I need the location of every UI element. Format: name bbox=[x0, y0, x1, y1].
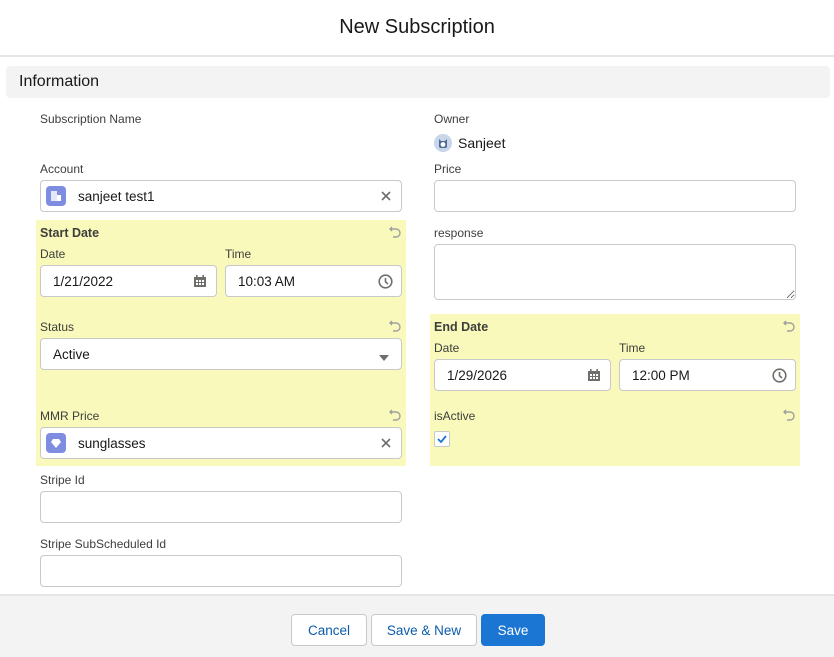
stripe-subscheduled-id-label: Stripe SubScheduled Id bbox=[40, 537, 167, 551]
clock-icon[interactable] bbox=[378, 274, 393, 289]
calendar-icon[interactable] bbox=[193, 274, 208, 289]
clock-icon[interactable] bbox=[772, 368, 787, 383]
start-date-label: Start Date bbox=[40, 226, 100, 240]
undo-icon[interactable] bbox=[782, 318, 796, 332]
modal-footer: Cancel Save & New Save bbox=[0, 594, 834, 657]
modal-header: New Subscription bbox=[0, 0, 834, 57]
save-button[interactable]: Save bbox=[481, 614, 545, 646]
end-date-input[interactable]: 1/29/2026 bbox=[434, 359, 611, 391]
start-date-input[interactable]: 1/21/2022 bbox=[40, 265, 217, 297]
status-select[interactable]: Active bbox=[40, 338, 402, 370]
section-header-information[interactable]: Information bbox=[6, 66, 830, 98]
end-time-input[interactable]: 12:00 PM bbox=[619, 359, 796, 391]
start-time-label: Time bbox=[225, 247, 252, 261]
status-value: Active bbox=[53, 346, 90, 362]
cancel-button[interactable]: Cancel bbox=[291, 614, 367, 646]
end-time-value: 12:00 PM bbox=[632, 367, 690, 383]
start-date-date-label: Date bbox=[40, 247, 66, 261]
is-active-label: isActive bbox=[434, 409, 476, 423]
owner-label: Owner bbox=[434, 112, 470, 126]
status-label: Status bbox=[40, 320, 75, 334]
stripe-subscheduled-id-input[interactable] bbox=[40, 555, 402, 587]
undo-icon[interactable] bbox=[388, 318, 402, 332]
end-date-value: 1/29/2026 bbox=[447, 367, 508, 383]
owner-value[interactable]: Sanjeet bbox=[458, 135, 505, 151]
end-date-date-label: Date bbox=[434, 341, 460, 355]
account-label: Account bbox=[40, 162, 84, 176]
avatar bbox=[434, 134, 452, 152]
modal-title: New Subscription bbox=[339, 16, 495, 38]
calendar-icon[interactable] bbox=[587, 368, 602, 383]
save-and-new-button[interactable]: Save & New bbox=[371, 614, 477, 646]
end-date-label: End Date bbox=[434, 320, 489, 334]
subscription-name-label: Subscription Name bbox=[40, 112, 142, 126]
undo-icon[interactable] bbox=[388, 224, 402, 238]
checkmark-icon bbox=[437, 435, 447, 443]
stripe-id-label: Stripe Id bbox=[40, 473, 85, 487]
clear-icon[interactable] bbox=[379, 189, 393, 203]
start-time-value: 10:03 AM bbox=[238, 273, 296, 289]
mmr-price-label: MMR Price bbox=[40, 409, 100, 423]
clear-icon[interactable] bbox=[379, 436, 393, 450]
owner-field: Sanjeet bbox=[434, 134, 505, 152]
stripe-id-input[interactable] bbox=[40, 491, 402, 523]
mmr-price-lookup[interactable]: sunglasses bbox=[40, 427, 402, 459]
undo-icon[interactable] bbox=[388, 407, 402, 421]
price-input[interactable] bbox=[434, 180, 796, 212]
account-icon bbox=[46, 186, 66, 206]
end-time-label: Time bbox=[619, 341, 646, 355]
account-value: sanjeet test1 bbox=[78, 188, 155, 204]
account-lookup[interactable]: sanjeet test1 bbox=[40, 180, 402, 212]
start-time-input[interactable]: 10:03 AM bbox=[225, 265, 402, 297]
price-label: Price bbox=[434, 162, 462, 176]
start-date-value: 1/21/2022 bbox=[53, 273, 114, 289]
response-textarea[interactable] bbox=[434, 244, 796, 300]
section-title: Information bbox=[19, 73, 100, 90]
chevron-down-icon bbox=[378, 350, 393, 365]
product-icon bbox=[46, 433, 66, 453]
undo-icon[interactable] bbox=[782, 407, 796, 421]
is-active-checkbox[interactable] bbox=[434, 431, 450, 447]
response-label: response bbox=[434, 226, 484, 240]
mmr-price-value: sunglasses bbox=[78, 435, 146, 451]
